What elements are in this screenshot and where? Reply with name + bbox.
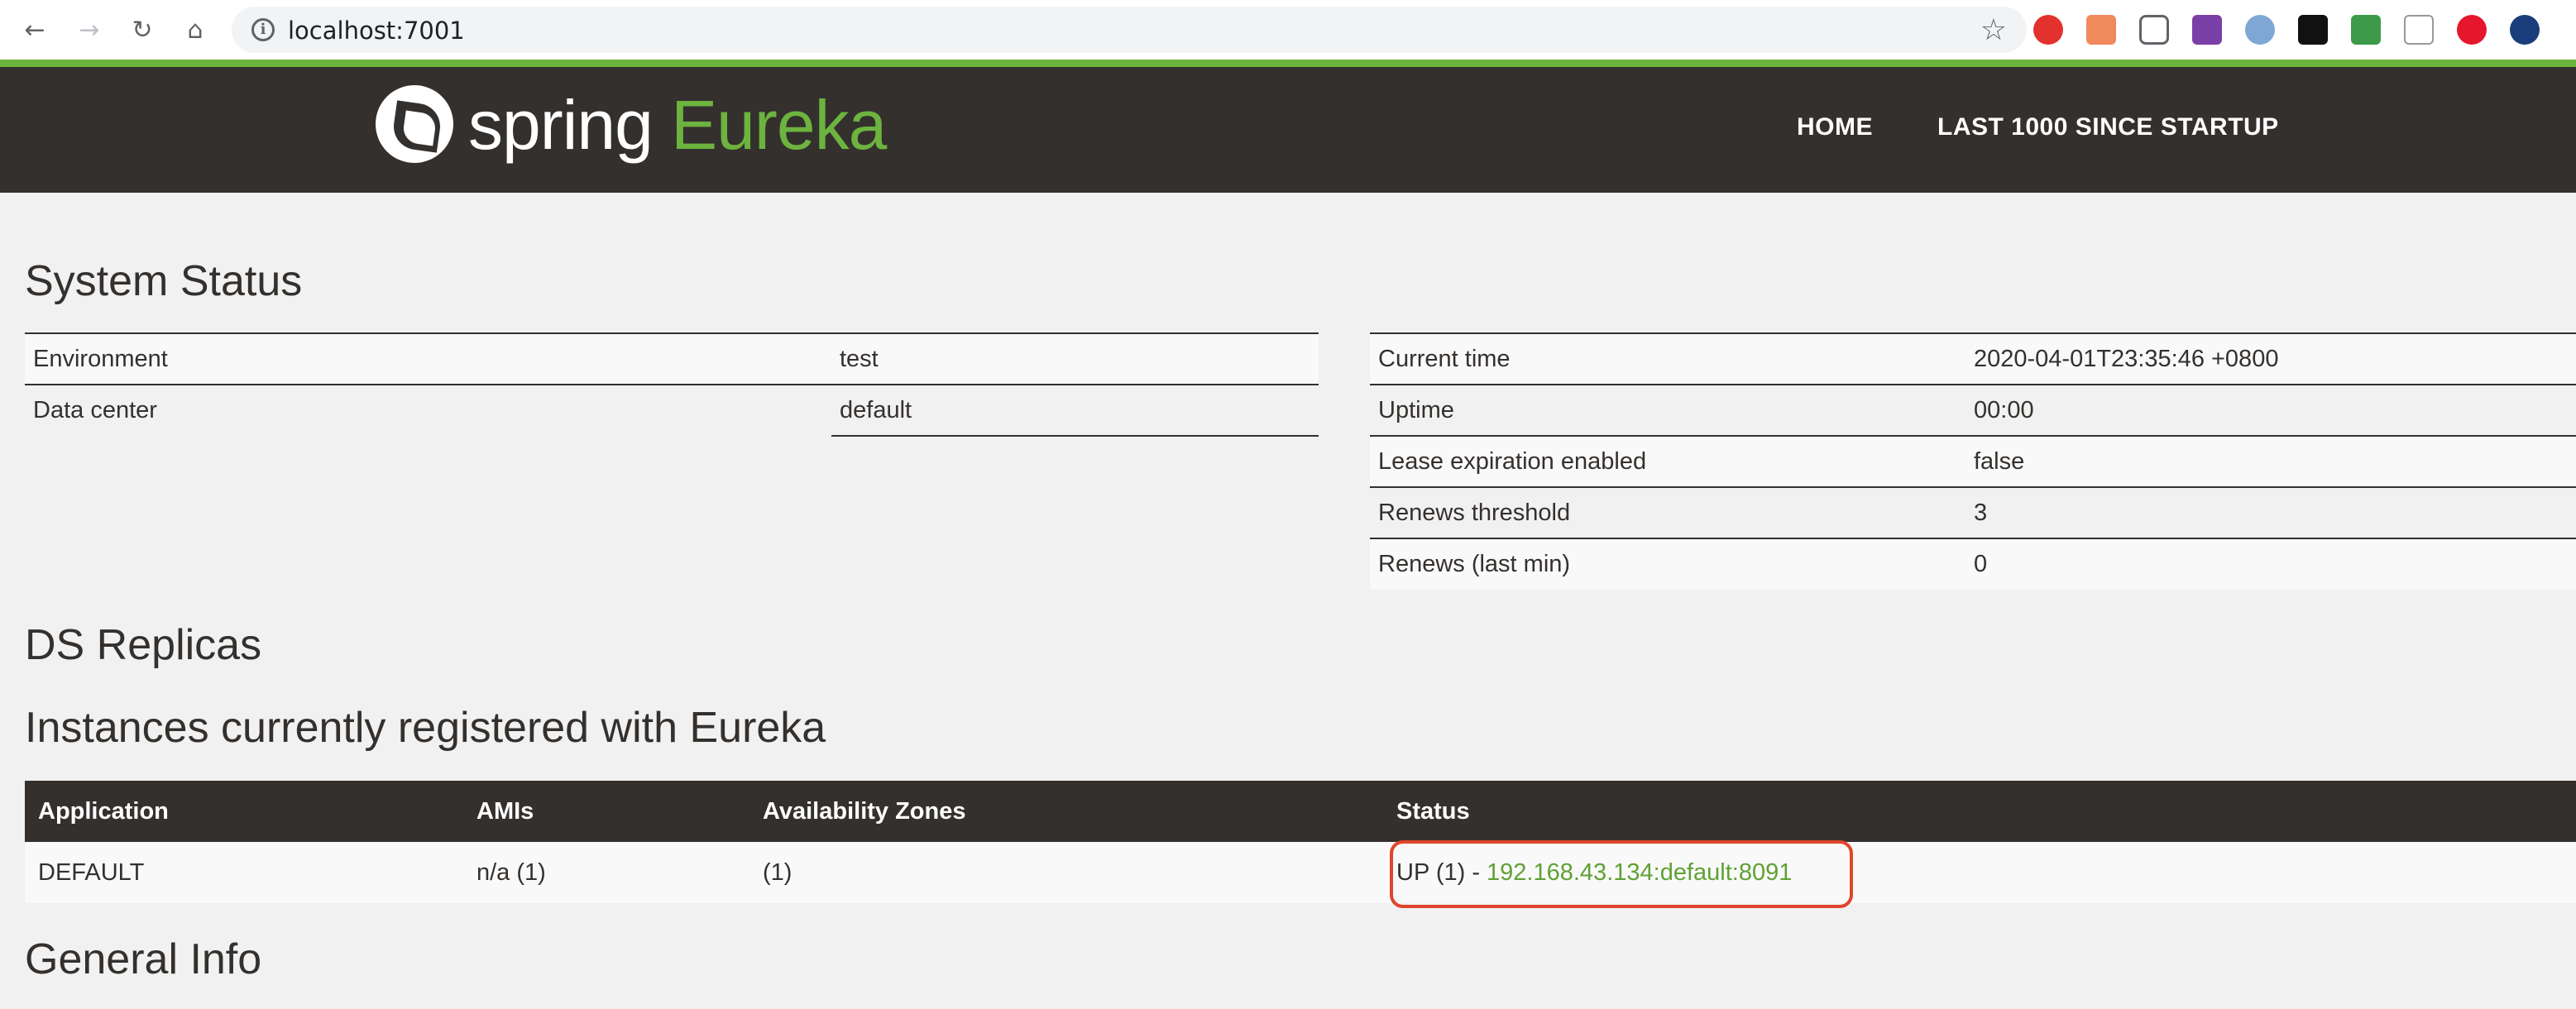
general-info-title: General Info	[25, 935, 262, 983]
table-row: Lease expiration enabled false	[1370, 435, 2576, 487]
status-value: 3	[1966, 486, 2576, 538]
arrow-left-icon[interactable]: ←	[17, 12, 53, 48]
status-value: 00:00	[1966, 384, 2576, 436]
ds-replicas-title: DS Replicas	[25, 621, 262, 669]
browser-toolbar: ← → ↻ ⌂ i localhost:7001 ☆	[0, 0, 2576, 60]
column-application: Application	[25, 781, 463, 842]
extension-icon[interactable]	[2245, 15, 2275, 45]
instances-table: Application AMIs Availability Zones Stat…	[25, 781, 2576, 903]
cell-amis: n/a (1)	[463, 842, 749, 903]
status-value: 2020-04-01T23:35:46 +0800	[1966, 332, 2576, 385]
status-value: default	[831, 384, 1319, 437]
status-value: 0	[1966, 538, 2576, 590]
table-row: Uptime 00:00	[1370, 384, 2576, 436]
table-row: DEFAULT n/a (1) (1) UP (1) - 192.168.43.…	[25, 842, 2576, 903]
status-label: Current time	[1370, 332, 1966, 385]
home-icon[interactable]: ⌂	[177, 12, 213, 48]
arrow-right-icon[interactable]: →	[71, 12, 108, 48]
table-row: Data center default	[25, 384, 1319, 437]
cell-zones: (1)	[749, 842, 1383, 903]
status-label: Data center	[25, 384, 831, 436]
table-row: Environment test	[25, 332, 1319, 385]
extension-icon[interactable]	[2086, 15, 2116, 45]
instances-title: Instances currently registered with Eure…	[25, 704, 826, 752]
table-row: Renews threshold 3	[1370, 486, 2576, 538]
extension-icon[interactable]	[2298, 15, 2328, 45]
system-status-left-table: Environment test Data center default	[25, 332, 1319, 437]
annotation-highlight-box	[1390, 840, 1853, 908]
extension-icon[interactable]	[2351, 15, 2381, 45]
url-text[interactable]: localhost:7001	[288, 17, 465, 45]
navbar: spring Eureka HOME LAST 1000 SINCE START…	[0, 67, 2576, 193]
system-status-right-table: Current time 2020-04-01T23:35:46 +0800 U…	[1370, 332, 2576, 590]
extension-icon[interactable]	[2510, 15, 2540, 45]
spring-leaf-icon	[376, 85, 453, 163]
extension-icon[interactable]	[2033, 15, 2063, 45]
info-icon[interactable]: i	[251, 18, 275, 41]
logo[interactable]: spring Eureka	[468, 84, 887, 166]
address-bar[interactable]: i localhost:7001 ☆	[232, 7, 2027, 53]
nav-home-link[interactable]: HOME	[1797, 113, 1873, 141]
table-header-row: Application AMIs Availability Zones Stat…	[25, 781, 2576, 842]
status-value: false	[1966, 435, 2576, 487]
logo-spring-text: spring	[468, 86, 654, 164]
star-icon[interactable]: ☆	[1980, 13, 2007, 47]
nav-last-1000-link[interactable]: LAST 1000 SINCE STARTUP	[1937, 113, 2279, 141]
weibo-icon[interactable]	[2457, 15, 2487, 45]
cell-application: DEFAULT	[25, 842, 463, 903]
pocket-icon[interactable]	[2139, 15, 2169, 45]
page-top-accent	[0, 60, 2576, 67]
cursor-icon[interactable]	[2404, 15, 2434, 45]
status-label: Environment	[25, 332, 831, 385]
table-row: Current time 2020-04-01T23:35:46 +0800	[1370, 332, 2576, 385]
column-status: Status	[1383, 781, 2576, 842]
status-label: Uptime	[1370, 384, 1966, 436]
column-amis: AMIs	[463, 781, 749, 842]
logo-eureka-text: Eureka	[671, 86, 887, 164]
reload-icon[interactable]: ↻	[124, 12, 160, 48]
status-label: Lease expiration enabled	[1370, 435, 1966, 487]
status-label: Renews (last min)	[1370, 538, 1966, 590]
system-status-title: System Status	[25, 257, 303, 305]
column-zones: Availability Zones	[749, 781, 1383, 842]
table-row: Renews (last min) 0	[1370, 538, 2576, 590]
extension-icon[interactable]	[2192, 15, 2222, 45]
status-label: Renews threshold	[1370, 486, 1966, 538]
status-value: test	[831, 332, 1319, 385]
